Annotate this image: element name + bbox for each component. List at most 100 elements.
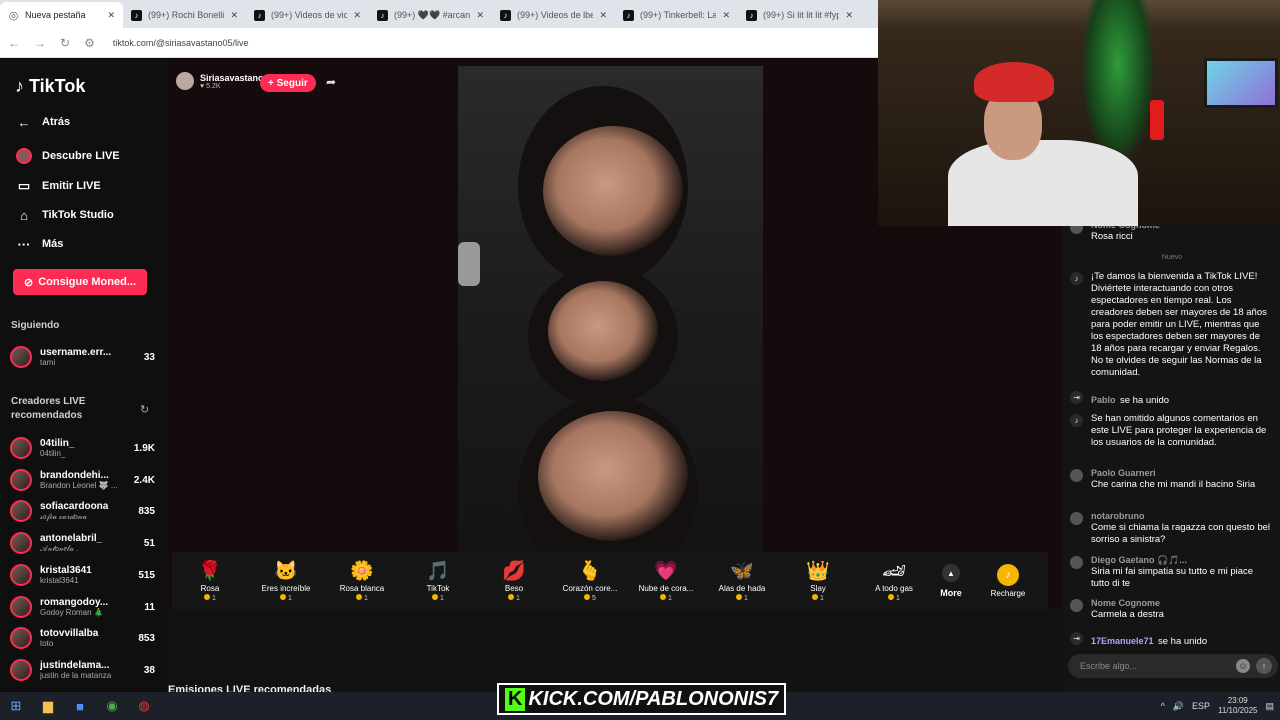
chat-username[interactable]: Diego Gaetano 🎧🎵... — [1091, 555, 1270, 566]
browser-tab[interactable]: ♪ (99+) Rochi Bonelli E ✕ — [123, 2, 246, 28]
streamer-body — [948, 140, 1138, 226]
streamer-name: Siriasavastano — [200, 72, 264, 83]
browser-tab[interactable]: ♪ (99+) Videos de vicky ✕ — [246, 2, 369, 28]
chat-message: ⇥ 17Emanuele71 se ha unido — [1070, 631, 1270, 649]
gift-price: 1 — [212, 595, 216, 602]
clock-time: 23:09 — [1227, 696, 1248, 705]
browser-tab[interactable]: ♪ (99+) Videos de lbeln ✕ — [492, 2, 615, 28]
close-icon[interactable]: ✕ — [476, 10, 484, 21]
app-icon[interactable]: ■ — [64, 692, 96, 720]
nav-item-descubre-live[interactable]: Descubre LIVE — [15, 147, 120, 165]
forward-arrow-icon[interactable]: → — [34, 36, 46, 50]
chat-username[interactable]: 17Emanuele71 — [1091, 636, 1154, 646]
clock[interactable]: 23:09 11/10/2025 — [1218, 696, 1257, 716]
chat-username[interactable]: notarobruno — [1091, 511, 1270, 522]
video-figure — [548, 281, 658, 381]
green-wall-light — [1083, 0, 1153, 160]
creator-username: antonelabril_ — [40, 532, 103, 544]
streamer-info[interactable]: Siriasavastano ♥ 5.2K — [176, 72, 264, 90]
recommended-creator[interactable]: sofiacardoona 𝓈𝑜𝒻𝒾𝒶 𝒸𝒶𝓇𝒹𝑜𝓃𝒶 835 — [10, 497, 155, 525]
following-title: Siguiendo — [11, 320, 60, 331]
nav-label: Descubre LIVE — [42, 150, 120, 162]
rose-gift-icon: 🌹 — [198, 561, 222, 582]
gift-item[interactable]: 🏎 A todo gas 1 — [856, 560, 932, 602]
close-icon[interactable]: ✕ — [230, 10, 238, 21]
browser-tab[interactable]: ♪ (99+) 🖤🖤 #arcang ✕ — [369, 2, 492, 28]
language-indicator[interactable]: ESP — [1192, 701, 1210, 711]
gifts-bar: 🌹 Rosa 1 🐱 Eres increíble 1 🌼 Rosa blanca 1 🎵 T… — [172, 552, 1048, 610]
more-gifts-button[interactable]: ▲ More — [932, 564, 970, 598]
get-coins-button[interactable]: ⊘ Consigue Moned... — [13, 269, 147, 295]
chat-input[interactable] — [1080, 661, 1236, 671]
tiktok-favicon-icon: ♪ — [131, 9, 142, 21]
file-explorer-icon[interactable]: ▆ — [32, 692, 64, 720]
refresh-icon[interactable]: ↻ — [140, 403, 149, 416]
chat-username[interactable]: Paolo Guarneri — [1091, 468, 1270, 479]
nav-item-emitir-live[interactable]: ▭ Emitir LIVE — [15, 177, 101, 195]
chrome-icon[interactable]: ◉ — [96, 692, 128, 720]
chat-username[interactable]: Pablo — [1091, 395, 1116, 405]
close-icon[interactable]: ✕ — [722, 10, 730, 21]
close-icon[interactable]: ✕ — [599, 10, 607, 21]
recommended-creator[interactable]: totovvillalba toto 853 — [10, 624, 155, 652]
gift-item[interactable]: 💗 Nube de cora... 1 — [628, 560, 704, 602]
recommended-creator[interactable]: antonelabril_ 𝒜𝓃𝓉𝑜𝓃𝑒𝓁𝒶 . 51 — [10, 529, 155, 557]
nav-item-mas[interactable]: ··· Más — [15, 235, 64, 253]
viewer-count: 33 — [143, 351, 155, 363]
close-icon[interactable]: ✕ — [845, 10, 853, 21]
chat-text: Che carina che mi mandi il bacino Siria — [1091, 479, 1256, 490]
recharge-button[interactable]: ♪ Recharge — [978, 564, 1038, 598]
coin-icon — [888, 594, 895, 600]
gift-item[interactable]: 🌹 Rosa 1 — [172, 560, 248, 602]
gift-item[interactable]: 🫰 Corazón core... 5 — [552, 560, 628, 602]
coin-icon — [280, 594, 287, 600]
site-info-icon[interactable]: ⚙ — [84, 36, 95, 50]
close-icon[interactable]: ✕ — [107, 10, 115, 21]
viewer-count: 11 — [144, 601, 155, 613]
video-player[interactable] — [458, 66, 763, 608]
chat-username[interactable]: Nome Cognome — [1091, 598, 1270, 609]
gift-item[interactable]: 👑 Slay 1 — [780, 560, 856, 602]
back-arrow-icon[interactable]: ← — [8, 36, 20, 50]
recommended-creator[interactable]: romangodoy... Godoy Roman 🎄 11 — [10, 593, 155, 621]
chevron-up-icon[interactable]: ^ — [1161, 701, 1165, 711]
notifications-icon[interactable]: ▤ — [1265, 701, 1274, 712]
chat-message: ♪ Se han omitido algunos comentarios en … — [1070, 413, 1270, 449]
tiktok-favicon-icon: ♪ — [500, 9, 511, 21]
reload-icon[interactable]: ↻ — [60, 36, 70, 50]
obs-icon[interactable]: ◍ — [128, 692, 160, 720]
gift-item[interactable]: 💋 Beso 1 — [476, 560, 552, 602]
windows-start-icon[interactable]: ⊞ — [0, 692, 32, 720]
gift-name: Slay — [810, 584, 826, 593]
url-field[interactable]: tiktok.com/@siriasavastano05/live — [113, 38, 249, 48]
gift-item[interactable]: 🌼 Rosa blanca 1 — [324, 560, 400, 602]
follow-button[interactable]: + Seguir — [260, 74, 316, 92]
browser-tab[interactable]: ◎ Nueva pestaña ✕ — [0, 2, 123, 28]
creator-username: totovvillalba — [40, 628, 99, 639]
recommended-creator[interactable]: brandondehi... Brandon Leonel 🐺 ... 2.4K — [10, 466, 155, 494]
viewer-count: 51 — [143, 537, 155, 549]
gift-item[interactable]: 🎵 TikTok 1 — [400, 560, 476, 602]
gift-item[interactable]: 🦋 Alas de hada 1 — [704, 560, 780, 602]
volume-icon[interactable]: 🔊 — [1173, 701, 1184, 712]
browser-tab[interactable]: ♪ (99+) Tinkerbell: La M ✕ — [615, 2, 738, 28]
following-item[interactable]: username.err... tami 33 — [10, 343, 155, 371]
gift-item[interactable]: 🐱 Eres increíble 1 — [248, 560, 324, 602]
emoji-icon[interactable]: ☺ — [1236, 659, 1250, 673]
recommended-creator[interactable]: kristal3641 kristal3641 515 — [10, 561, 155, 589]
close-icon[interactable]: ✕ — [353, 10, 361, 21]
tiktok-favicon-icon: ♪ — [254, 9, 265, 21]
back-link[interactable]: ← Atrás — [15, 113, 71, 131]
recommended-creator[interactable]: 04tilin_ 04tilin_ 1.9K — [10, 434, 155, 462]
logo-text: TikTok — [29, 76, 86, 96]
share-icon[interactable]: ➦ — [326, 75, 336, 89]
send-icon[interactable]: ↑ — [1256, 658, 1272, 674]
tab-title: (99+) Videos de lbeln — [517, 10, 594, 20]
recommended-title: Creadores LIVE recomendados — [11, 396, 86, 421]
white-rose-gift-icon: 🌼 — [350, 561, 374, 582]
recommended-creator[interactable]: justindelama... justin de la matanza 38 — [10, 656, 155, 684]
tiktok-logo[interactable]: ♪ TikTok — [15, 76, 85, 97]
tiktok-note-icon: ♪ — [15, 76, 24, 96]
nav-item-tiktok-studio[interactable]: ⌂ TikTok Studio — [15, 206, 114, 224]
browser-tab[interactable]: ♪ (99+) Si lit lit lit #fyp ✕ — [738, 2, 861, 28]
